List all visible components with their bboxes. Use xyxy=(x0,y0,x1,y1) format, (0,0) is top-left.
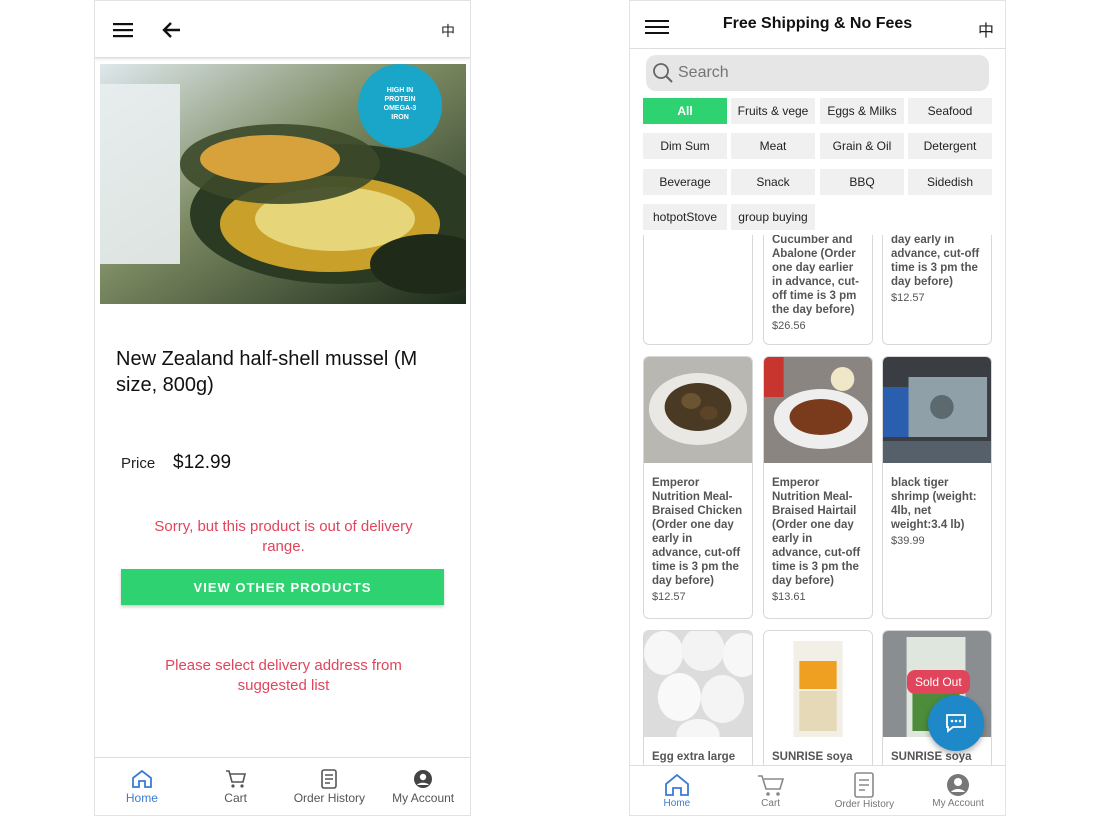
chat-icon xyxy=(946,714,966,733)
store-list-screen: Free Shipping & No Fees 中 All Fruits & v… xyxy=(629,0,1006,816)
menu-icon[interactable] xyxy=(111,19,135,41)
nav-cart-label: Cart xyxy=(761,797,781,809)
nav-my-account-label: My Account xyxy=(932,797,984,809)
category-all[interactable]: All xyxy=(643,98,727,124)
language-toggle[interactable]: 中 xyxy=(978,17,994,41)
bottom-nav: Home Cart Order History My Account xyxy=(630,765,1005,815)
search-bar[interactable] xyxy=(646,55,989,91)
category-beverage[interactable]: Beverage xyxy=(643,169,727,195)
product-price: $12.57 xyxy=(891,292,925,304)
nav-home-label: Home xyxy=(125,790,158,805)
category-sidedish[interactable]: Sidedish xyxy=(908,169,992,195)
nav-home[interactable]: Home xyxy=(630,766,724,815)
sold-out-badge: Sold Out xyxy=(907,670,970,694)
product-image: HIGH IN PROTEIN OMEGA-3 IRON xyxy=(100,64,466,304)
product-name: day early in advance, cut-off time is 3 … xyxy=(891,235,980,288)
category-seafood[interactable]: Seafood xyxy=(908,98,992,124)
nav-home-label: Home xyxy=(663,797,691,809)
nav-my-account[interactable]: My Account xyxy=(911,766,1005,815)
product-price: $13.61 xyxy=(772,591,806,603)
product-name: SUNRISE soya xyxy=(891,751,972,763)
out-of-range-message: Sorry, but this product is out of delive… xyxy=(154,518,413,555)
product-card[interactable]: SUNRISE soya xyxy=(763,630,873,767)
product-card[interactable]: day early in advance, cut-off time is 3 … xyxy=(882,235,992,345)
account-icon xyxy=(414,769,433,788)
search-input[interactable] xyxy=(678,64,958,82)
view-other-products-button[interactable]: VIEW OTHER PRODUCTS xyxy=(121,569,444,605)
nav-cart-label: Cart xyxy=(224,790,247,805)
category-group-buying[interactable]: group buying xyxy=(731,204,815,230)
product-name: SUNRISE soya xyxy=(772,751,853,763)
product-image xyxy=(764,631,872,737)
product-card[interactable]: SUNRISE soya xyxy=(882,630,992,767)
product-image xyxy=(644,631,752,751)
product-name: Emperor Nutrition Meal-Braised Chicken (… xyxy=(652,477,743,587)
product-image xyxy=(764,357,872,463)
nav-order-history[interactable]: Order History xyxy=(283,758,377,815)
category-fruits-vege[interactable]: Fruits & vege xyxy=(731,98,815,124)
product-card[interactable]: Egg extra large xyxy=(643,630,753,767)
top-bar: Free Shipping & No Fees 中 xyxy=(630,1,1005,49)
category-hotpotstove[interactable]: hotpotStove xyxy=(643,204,727,230)
product-detail-screen: 中 HIGH IN PROTEIN OMEGA-3 IRON New Zeala… xyxy=(94,0,471,816)
home-icon xyxy=(131,769,152,788)
home-icon xyxy=(664,773,689,796)
back-arrow-icon[interactable] xyxy=(159,19,183,41)
category-bbq[interactable]: BBQ xyxy=(820,169,904,195)
nav-order-history-label: Order History xyxy=(293,790,366,805)
nav-cart[interactable]: Cart xyxy=(724,766,818,815)
category-snack[interactable]: Snack xyxy=(731,169,815,195)
category-eggs-milks[interactable]: Eggs & Milks xyxy=(820,98,904,124)
nav-my-account[interactable]: My Account xyxy=(376,758,470,815)
search-icon xyxy=(653,63,673,83)
chat-button[interactable] xyxy=(928,695,984,751)
product-image xyxy=(883,357,991,463)
product-card[interactable] xyxy=(643,235,753,345)
order-history-icon xyxy=(854,771,875,798)
category-grain-oil[interactable]: Grain & Oil xyxy=(820,133,904,159)
nav-my-account-label: My Account xyxy=(392,790,455,805)
bottom-nav: Home Cart Order History My Account xyxy=(95,757,470,815)
product-price: $12.57 xyxy=(652,591,686,603)
product-name: Egg extra large xyxy=(652,751,736,763)
product-card[interactable]: Emperor Nutrition Meal-Braised Chicken (… xyxy=(643,356,753,619)
nav-order-history-label: Order History xyxy=(834,798,895,810)
product-title: New Zealand half-shell mussel (M size, 8… xyxy=(116,348,418,396)
category-dim-sum[interactable]: Dim Sum xyxy=(643,133,727,159)
product-image xyxy=(644,357,752,463)
product-name: Emperor Nutrition Meal-Braised Hairtail … xyxy=(772,477,861,587)
product-price: $39.99 xyxy=(891,535,925,547)
product-card[interactable]: Cucumber and Abalone (Order one day earl… xyxy=(763,235,873,345)
order-history-icon xyxy=(321,768,338,789)
category-detergent[interactable]: Detergent xyxy=(908,133,992,159)
language-toggle[interactable]: 中 xyxy=(441,21,455,41)
nav-cart[interactable]: Cart xyxy=(189,758,283,815)
cart-icon xyxy=(225,769,246,788)
product-card[interactable]: black tiger shrimp (weight: 4lb, net wei… xyxy=(882,356,992,619)
price-value: $12.99 xyxy=(173,452,232,473)
header-title: Free Shipping & No Fees xyxy=(722,15,913,32)
product-name: Cucumber and Abalone (Order one day earl… xyxy=(772,235,859,316)
category-meat[interactable]: Meat xyxy=(731,133,815,159)
price-label: Price xyxy=(121,455,156,472)
account-icon xyxy=(947,773,970,796)
cart-icon xyxy=(757,774,784,796)
nav-home[interactable]: Home xyxy=(95,758,189,815)
product-badge: HIGH IN PROTEIN OMEGA-3 IRON xyxy=(383,87,417,121)
top-bar: 中 xyxy=(95,1,470,58)
product-name: black tiger shrimp (weight: 4lb, net wei… xyxy=(891,477,977,531)
product-price: $26.56 xyxy=(772,320,806,332)
nav-order-history[interactable]: Order History xyxy=(818,766,912,815)
select-address-message: Please select delivery address from sugg… xyxy=(165,657,402,694)
product-card[interactable]: Emperor Nutrition Meal-Braised Hairtail … xyxy=(763,356,873,619)
